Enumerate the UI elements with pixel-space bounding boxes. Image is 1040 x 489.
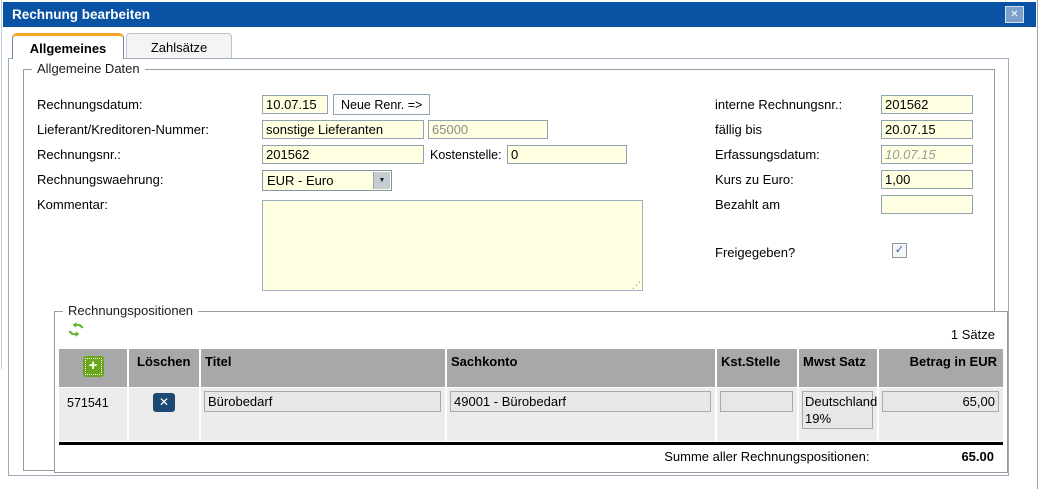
bezahlt-am-input[interactable] [881, 195, 973, 214]
refresh-icon[interactable] [67, 322, 85, 338]
window-right-edge [1037, 0, 1038, 489]
row-count: 1 Sätze [951, 327, 995, 342]
rechnungsdatum-input[interactable] [262, 95, 328, 114]
bezahlt-am-label: Bezahlt am [715, 197, 780, 212]
rechnungspositionen-fieldset: Rechnungspositionen 1 Sätze + Löschen Ti… [54, 311, 1008, 473]
kostenstelle-label: Kostenstelle: [430, 148, 502, 162]
faellig-bis-label: fällig bis [715, 122, 762, 137]
betrag-input[interactable] [882, 391, 999, 412]
kostenstelle-input[interactable] [507, 145, 627, 164]
dialog-title: Rechnung bearbeiten [12, 7, 150, 22]
header-cell-sachkonto: Sachkonto [447, 349, 715, 387]
header-cell-kststelle: Kst.Stelle [717, 349, 797, 387]
header-cell-add: + [59, 349, 127, 387]
erfassungsdatum-input [881, 145, 973, 164]
header-cell-betrag: Betrag in EUR [879, 349, 1003, 387]
row-mwst-cell: Deutschland 19% [799, 388, 877, 441]
sachkonto-input[interactable] [450, 391, 711, 412]
kommentar-textarea[interactable] [262, 200, 643, 291]
erfassungsdatum-label: Erfassungsdatum: [715, 147, 820, 162]
kurs-input[interactable] [881, 170, 973, 189]
rechnungsdatum-label: Rechnungsdatum: [37, 97, 143, 112]
interne-rechnungsnr-label: interne Rechnungsnr.: [715, 97, 842, 112]
lieferant-input[interactable] [262, 120, 424, 139]
mwst-rate: 19% [805, 410, 870, 427]
allgemeine-daten-legend: Allgemeine Daten [32, 61, 145, 76]
titel-input[interactable] [204, 391, 441, 412]
header-cell-titel: Titel [201, 349, 445, 387]
add-row-button[interactable]: + [83, 356, 104, 377]
summary-label: Summe aller Rechnungspositionen: [664, 449, 869, 464]
kreditoren-nummer-input[interactable] [428, 120, 548, 139]
lieferant-label: Lieferant/Kreditoren-Nummer: [37, 122, 209, 137]
kststelle-input[interactable] [720, 391, 793, 412]
row-titel-cell [201, 388, 445, 441]
dropdown-arrow-icon: ▼ [373, 172, 390, 189]
kurs-label: Kurs zu Euro: [715, 172, 794, 187]
tab-zahlsaetze[interactable]: Zahlsätze [126, 33, 232, 58]
summary-value: 65.00 [961, 449, 1003, 464]
window-left-edge [1, 0, 2, 369]
faellig-bis-input[interactable] [881, 120, 973, 139]
row-delete-cell: ✕ [129, 388, 199, 441]
mwst-country: Deutschland [805, 393, 870, 410]
dialog-titlebar: Rechnung bearbeiten ✕ [3, 2, 1036, 27]
waehrung-label: Rechnungswaehrung: [37, 172, 163, 187]
allgemeine-daten-fieldset: Allgemeine Daten Rechnungsdatum: Liefera… [23, 69, 995, 471]
mwst-satz-field[interactable]: Deutschland 19% [802, 391, 873, 429]
waehrung-selected-value: EUR - Euro [267, 173, 333, 188]
freigegeben-checkbox[interactable]: ✓ [892, 243, 907, 258]
waehrung-select[interactable]: EUR - Euro ▼ [262, 170, 392, 191]
row-sachkonto-cell [447, 388, 715, 441]
header-cell-mwst: Mwst Satz [799, 349, 877, 387]
interne-rechnungsnr-input[interactable] [881, 95, 973, 114]
freigegeben-label: Freigegeben? [715, 245, 795, 260]
close-icon[interactable]: ✕ [1005, 6, 1024, 23]
checkmark-icon: ✓ [895, 244, 904, 256]
row-kststelle-cell [717, 388, 797, 441]
position-table-row: 571541 ✕ Deutschland [59, 388, 1003, 441]
rechnungsnr-input[interactable] [262, 145, 424, 164]
positions-summary-row: Summe aller Rechnungspositionen: 65.00 [59, 445, 1003, 467]
rechnung-bearbeiten-dialog: Rechnung bearbeiten ✕ Allgemeines Zahlsä… [0, 0, 1040, 489]
tab-allgemeines[interactable]: Allgemeines [12, 33, 124, 59]
neue-renr-button[interactable]: Neue Renr. => [333, 94, 430, 115]
row-betrag-cell [879, 388, 1003, 441]
header-cell-loeschen: Löschen [129, 349, 199, 387]
positions-table-header: + Löschen Titel Sachkonto Kst.Stelle Mws… [59, 349, 1003, 387]
kommentar-label: Kommentar: [37, 197, 108, 212]
rechnungsnr-label: Rechnungsnr.: [37, 147, 121, 162]
tab-content-panel: Allgemeine Daten Rechnungsdatum: Liefera… [8, 58, 1009, 476]
rechnungspositionen-legend: Rechnungspositionen [63, 303, 198, 318]
delete-row-button[interactable]: ✕ [153, 393, 175, 412]
row-id: 571541 [59, 388, 127, 441]
